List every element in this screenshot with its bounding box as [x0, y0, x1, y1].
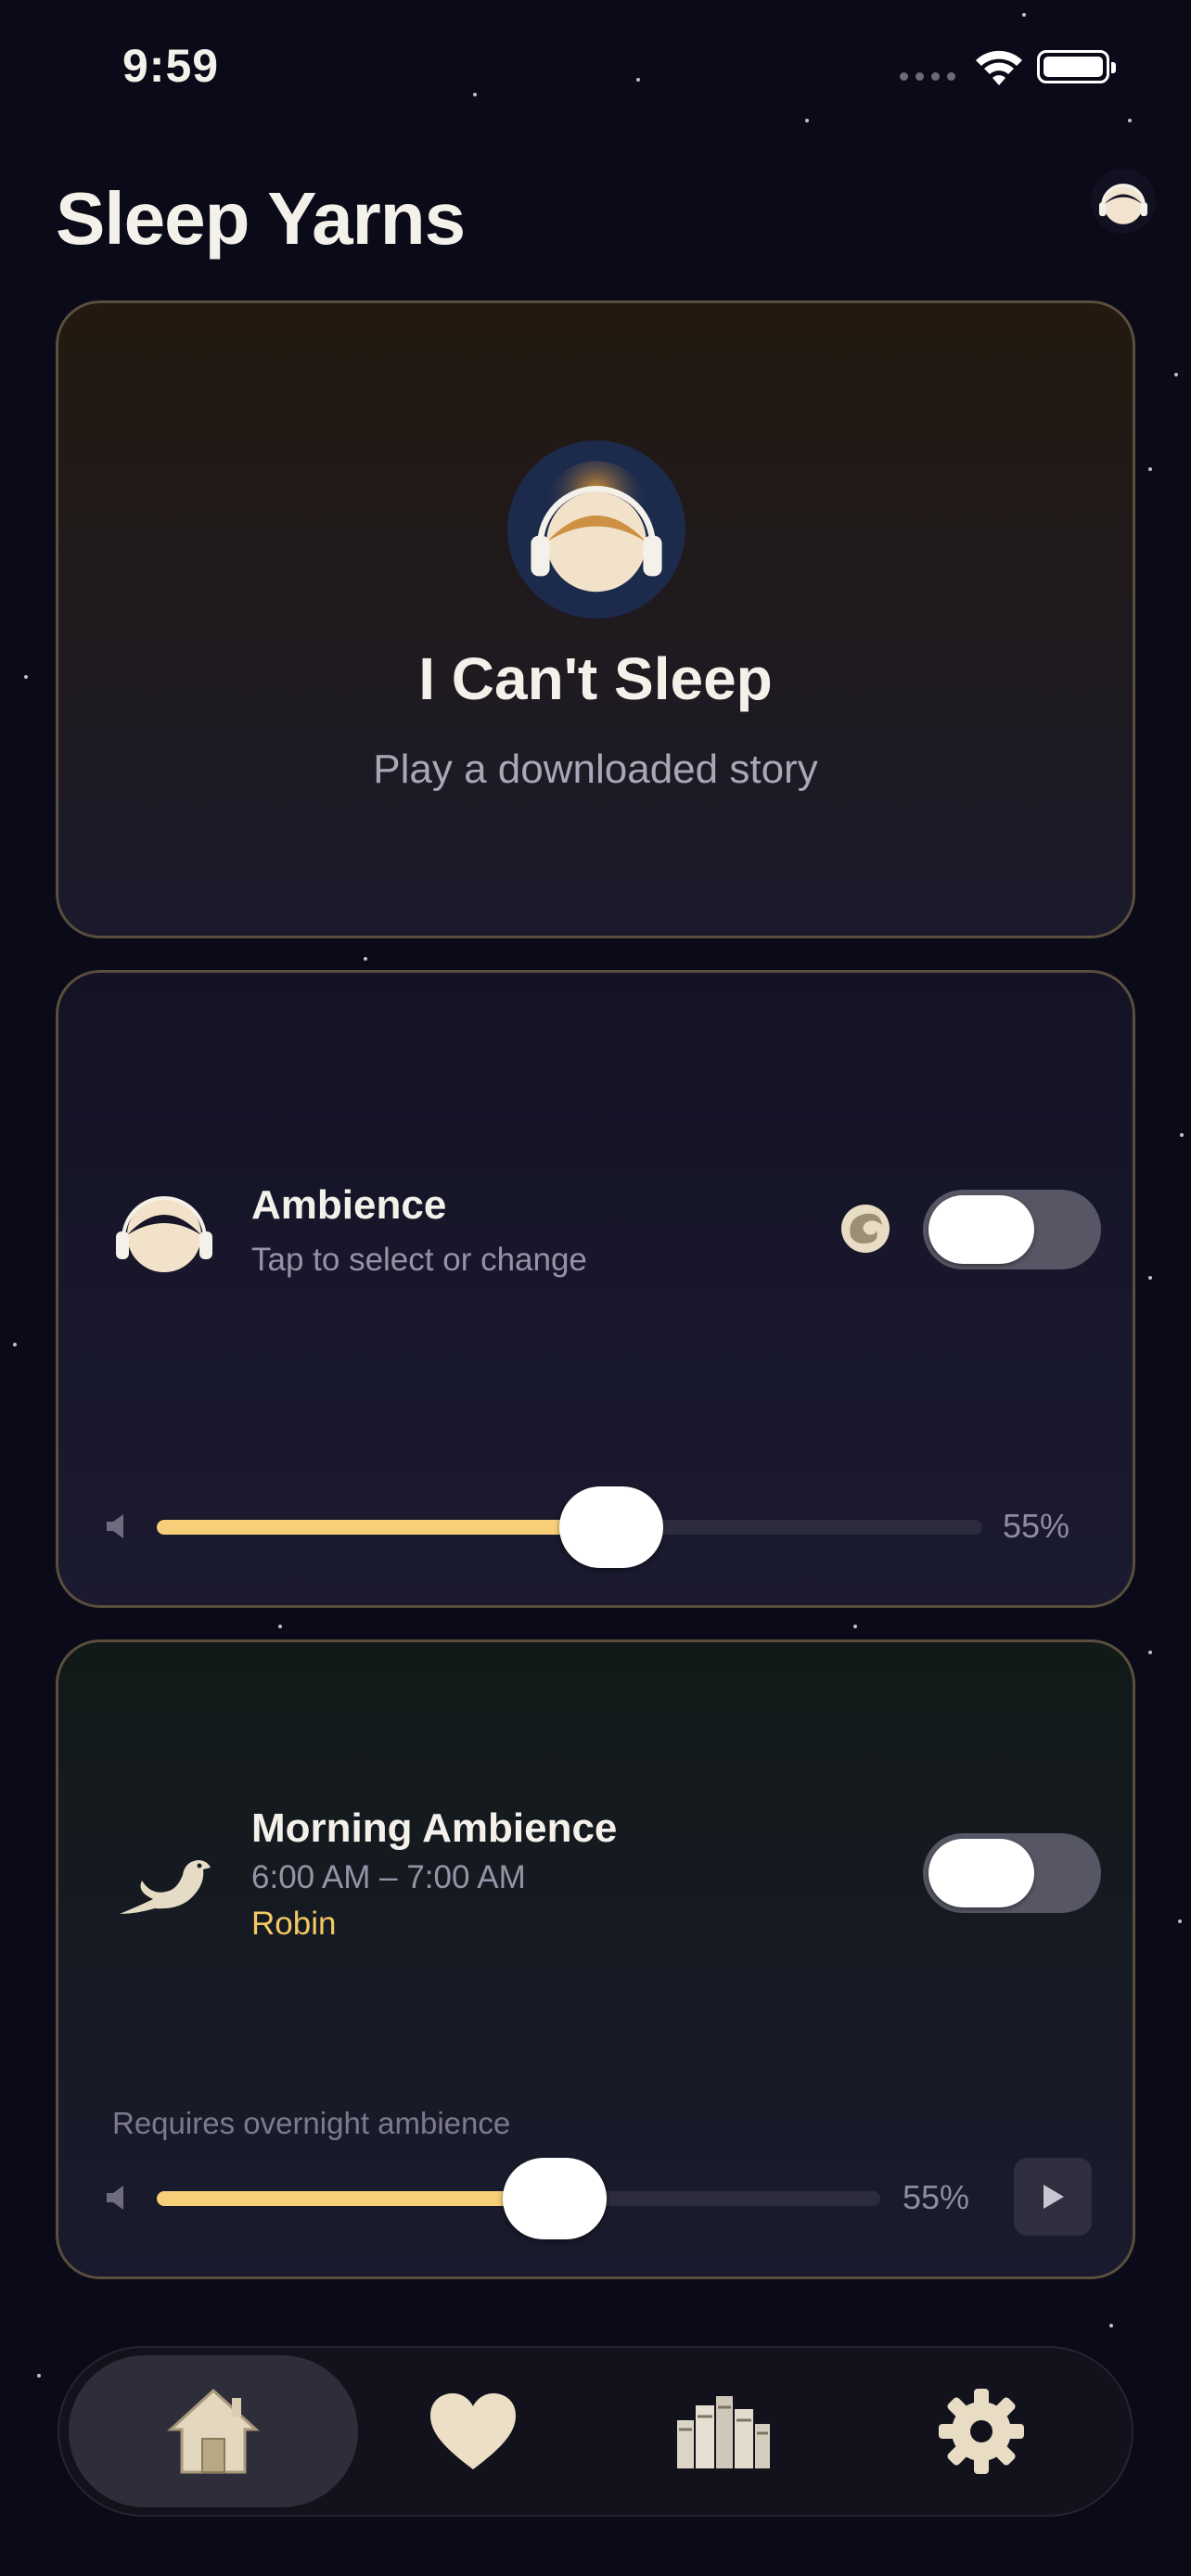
morning-ambience-toggle[interactable] — [923, 1833, 1101, 1913]
tab-favorites-label: favorites — [473, 2431, 474, 2432]
tab-bar: home favorites library settings — [58, 2346, 1133, 2517]
tab-library[interactable]: library — [579, 2355, 868, 2507]
volume-icon — [107, 2186, 123, 2210]
cant-sleep-subtitle: Play a downloaded story — [373, 746, 818, 792]
sleep-avatar — [507, 440, 685, 618]
headphones-avatar-icon — [116, 1196, 212, 1272]
morning-sound-select-button[interactable] — [110, 1833, 218, 1935]
wave-icon[interactable] — [836, 1199, 895, 1258]
play-icon — [1044, 2185, 1064, 2209]
profile-button[interactable] — [1091, 169, 1156, 234]
requires-overnight-note: Requires overnight ambience — [112, 2106, 511, 2140]
headphones-avatar-icon — [1098, 184, 1148, 224]
ambience-card: Ambience Tap to select or change 55% — [56, 970, 1135, 1608]
preview-play-button[interactable] — [1014, 2158, 1092, 2236]
cant-sleep-title: I Can't Sleep — [418, 645, 773, 712]
ambience-toggle[interactable] — [923, 1190, 1101, 1269]
status-bar: 9:59 — [0, 0, 1191, 139]
morning-ambience-sound[interactable]: Robin — [251, 1906, 336, 1943]
cellular-signal-icon — [900, 72, 955, 81]
bird-icon — [120, 1860, 211, 1914]
ambience-volume-slider[interactable] — [157, 1486, 982, 1568]
page-title: Sleep Yarns — [56, 177, 466, 260]
morning-ambience-title[interactable]: Morning Ambience — [251, 1805, 617, 1852]
morning-ambience-time-range[interactable]: 6:00 AM – 7:00 AM — [251, 1859, 526, 1896]
morning-volume-thumb[interactable] — [503, 2158, 607, 2239]
status-time: 9:59 — [122, 40, 220, 92]
ambience-volume-percent: 55% — [1003, 1507, 1070, 1545]
wifi-icon — [976, 50, 1022, 85]
tab-favorites[interactable]: favorites — [328, 2355, 618, 2507]
morning-volume-slider[interactable] — [157, 2158, 880, 2239]
tab-home-label: home — [213, 2431, 214, 2432]
tab-settings-label: settings — [981, 2431, 982, 2432]
ambience-select-button[interactable] — [110, 1179, 218, 1281]
morning-volume-percent: 55% — [903, 2178, 970, 2216]
ambience-volume-thumb[interactable] — [558, 1486, 663, 1568]
ambience-title[interactable]: Ambience — [251, 1182, 446, 1229]
volume-icon — [107, 1514, 123, 1538]
cant-sleep-card[interactable]: I Can't Sleep Play a downloaded story — [56, 300, 1135, 938]
ambience-subtitle[interactable]: Tap to select or change — [251, 1242, 587, 1279]
ambience-volume-fill — [157, 1520, 611, 1535]
morning-ambience-card: Morning Ambience 6:00 AM – 7:00 AM Robin… — [56, 1639, 1135, 2279]
tab-home[interactable]: home — [69, 2355, 358, 2507]
headphones-avatar-icon — [531, 461, 662, 593]
tab-settings[interactable]: settings — [837, 2355, 1126, 2507]
battery-icon — [1037, 50, 1116, 83]
morning-volume-fill — [157, 2191, 555, 2206]
